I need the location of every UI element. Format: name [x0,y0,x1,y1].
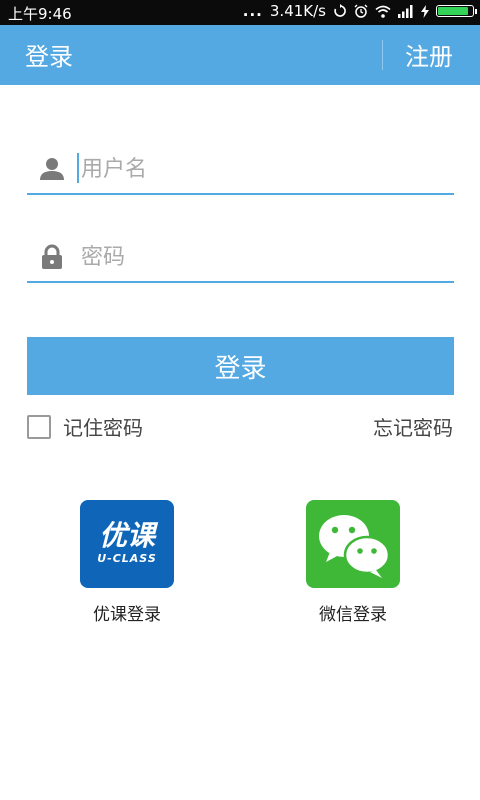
title-bar: 登录 注册 [0,25,480,85]
battery-fill [438,7,469,15]
status-time: 上午9:46 [8,5,72,23]
status-indicators: ... 3.41K/s [242,2,477,20]
login-button[interactable]: 登录 [27,337,454,395]
charging-icon [421,4,429,18]
uclass-login-option[interactable]: 优课 U-CLASS 优课登录 [67,500,187,625]
register-button[interactable]: 注册 [405,37,453,72]
remember-label: 记住密码 [63,416,143,440]
password-field[interactable] [27,233,454,283]
forgot-password-link[interactable]: 忘记密码 [373,412,453,441]
uclass-logo-text: 优课 [98,519,155,552]
uclass-login-label: 优课登录 [93,605,161,625]
uclass-logo-subtext: U-CLASS [97,552,157,565]
lock-icon [42,244,62,269]
header-divider [382,40,383,70]
wechat-bubbles-icon [319,515,391,578]
username-input[interactable] [79,151,443,187]
alarm-icon [354,4,368,18]
network-speed: 3.41K/s [269,2,326,20]
wechat-logo-icon[interactable] [306,500,400,588]
uclass-logo-icon[interactable]: 优课 U-CLASS [80,500,174,588]
signal-icon [398,4,413,18]
status-dots: ... [242,2,263,20]
password-input[interactable] [79,239,443,275]
status-bar: 上午9:46 ... 3.41K/s [0,0,480,25]
remember-checkbox[interactable] [27,414,51,439]
username-field[interactable] [27,145,454,195]
wifi-icon [375,5,391,18]
wechat-login-label: 微信登录 [319,605,387,625]
battery-icon [436,5,477,17]
user-icon [40,158,64,180]
page-title: 登录 [25,43,73,71]
sync-icon [334,4,346,17]
wechat-login-option[interactable]: 微信登录 [293,500,413,625]
remember-password[interactable]: 记住密码 [27,412,143,441]
